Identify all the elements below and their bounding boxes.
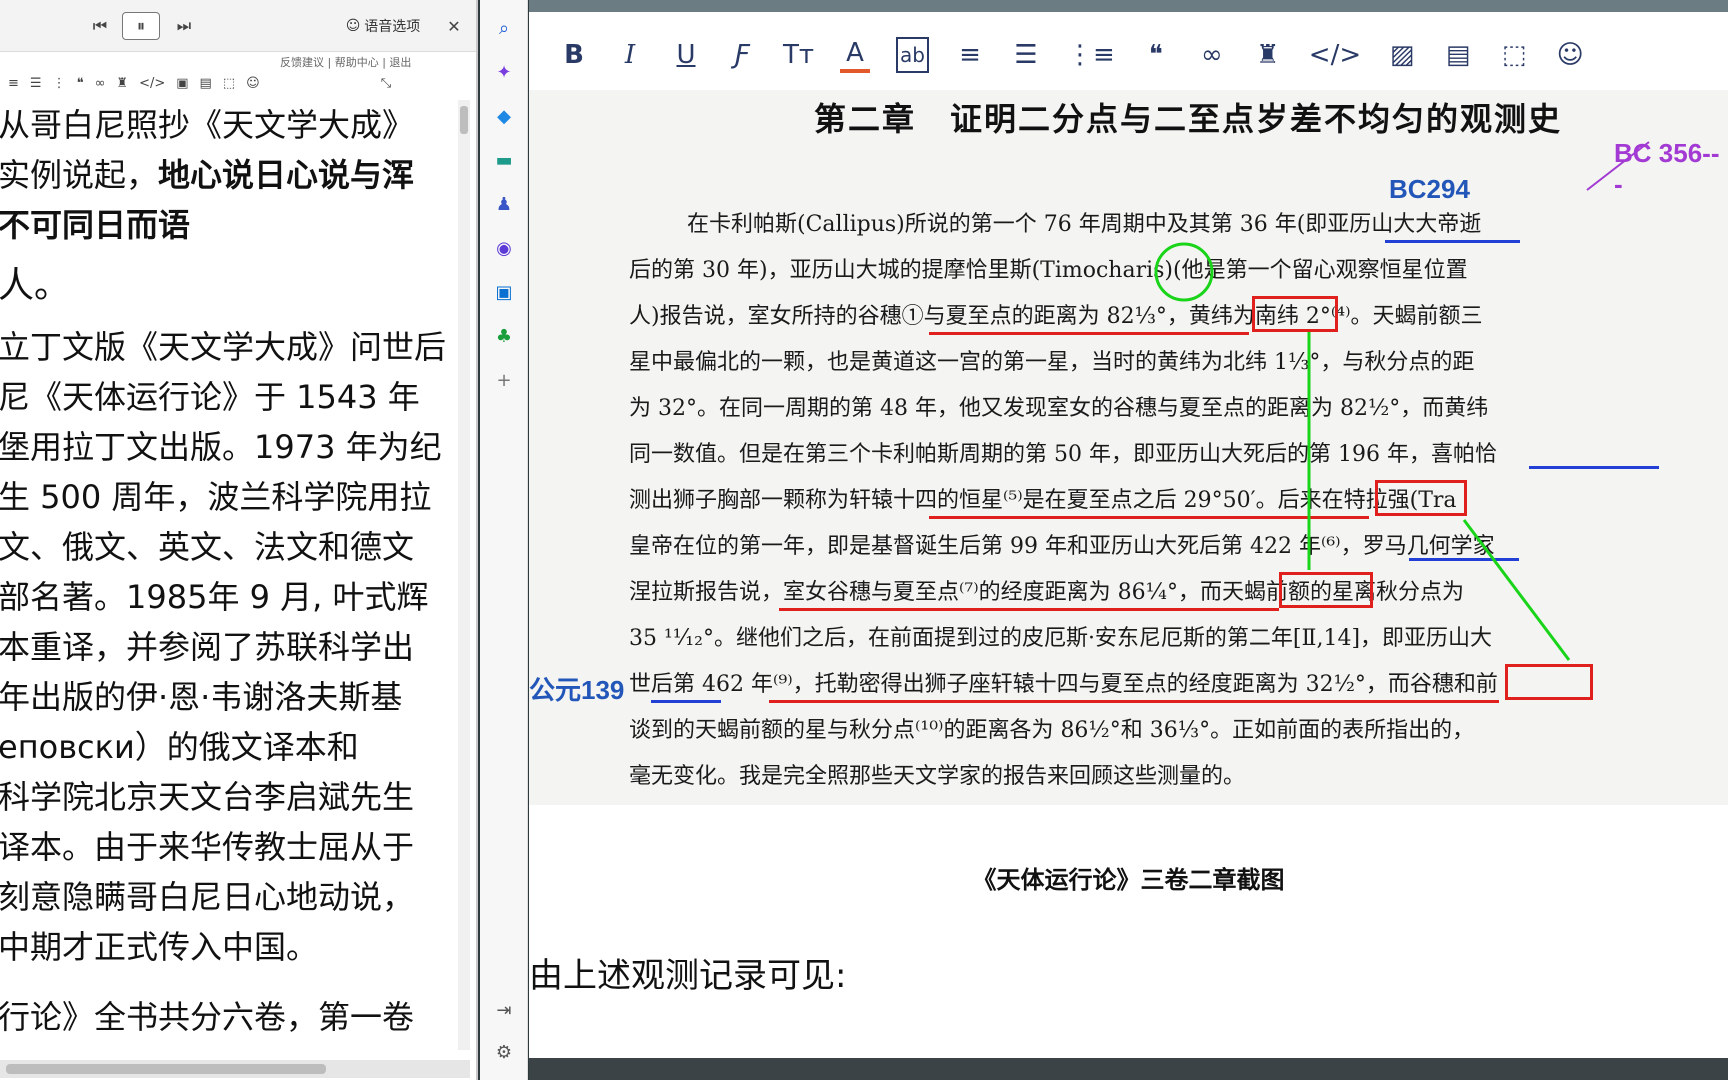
code-icon[interactable]: </> xyxy=(1309,37,1361,73)
text-line: еповски）的俄文译本和 xyxy=(0,728,359,766)
sparkle-icon[interactable]: ✦ xyxy=(492,60,516,84)
editor-toolbar: B I U Ƒ Tт A ab ≡ ☰ ⋮≡ ❝ ∞ ♜ </> ▨ ▤ ⬚ ☺ xyxy=(529,22,1728,88)
add-icon[interactable]: + xyxy=(492,368,516,392)
text-line: 不可同日而语 xyxy=(0,206,191,244)
emoji-icon[interactable]: ☺ xyxy=(246,76,260,91)
panel-toggle-icon[interactable]: ⇥ xyxy=(492,998,516,1022)
green-circle-annotation xyxy=(1154,242,1214,302)
numbered-list-icon[interactable]: ⋮≡ xyxy=(1067,37,1115,73)
clear-format-icon[interactable]: Ƒ xyxy=(727,37,757,73)
reader-text: 从哥白尼照抄《天文学大成》 实例说起，地心说日心说与浑 不可同日而语 人。 立丁… xyxy=(0,100,458,1070)
text-line: 年出版的伊·恩·韦谢洛夫斯基 xyxy=(0,678,403,716)
gear-icon[interactable]: ⚙ xyxy=(492,1040,516,1064)
skip-forward-icon[interactable]: ⏭ xyxy=(172,12,196,40)
brush-icon[interactable]: ♜ xyxy=(116,76,128,91)
text-line: 行论》全书共分六卷，第一卷 xyxy=(0,998,415,1036)
body-paragraph: 由上述观测记录可见: xyxy=(529,956,847,996)
quote-icon[interactable]: ❝ xyxy=(1141,37,1171,73)
format-painter-icon[interactable]: ♜ xyxy=(1253,37,1283,73)
font-color-icon[interactable]: A xyxy=(840,37,871,73)
reader-panel: ⏮ ⏸ ⏭ ☺ 语音选项 ✕ 反馈建议 | 帮助中心 | 退出 ≡ ☰ ⋮ ❝ … xyxy=(0,0,478,1080)
emoji-icon[interactable]: ☺ xyxy=(1555,37,1585,73)
text-line: 科学院北京天文台李启斌先生 xyxy=(0,778,415,816)
book-scan-image: 第二章 证明二分点与二至点岁差不均匀的观测史 BC 356--- BC294 公… xyxy=(529,90,1728,805)
quote-icon[interactable]: ❝ xyxy=(77,76,84,91)
bullet-list-icon[interactable]: ☰ xyxy=(1011,37,1041,73)
text-line: 从哥白尼照抄《天文学大成》 xyxy=(0,106,415,144)
voice-options-label: 语音选项 xyxy=(364,19,421,35)
image-icon[interactable]: ▨ xyxy=(1387,37,1417,73)
italic-icon[interactable]: I xyxy=(615,37,645,73)
people-icon[interactable]: ♟ xyxy=(492,192,516,216)
bold-icon[interactable]: B xyxy=(559,37,589,73)
text-line: 刻意隐瞒哥白尼日心地动说， xyxy=(0,878,415,916)
toolbox-icon[interactable]: ▬ xyxy=(492,148,516,172)
select-area-icon[interactable]: ⬚ xyxy=(1499,37,1529,73)
text-line: 堡用拉丁文出版。1973 年为纪 xyxy=(0,428,442,466)
voice-options-button[interactable]: ☺ 语音选项 xyxy=(338,12,428,40)
horizontal-scrollbar-thumb[interactable] xyxy=(6,1064,326,1074)
close-icon[interactable]: ✕ xyxy=(444,12,464,40)
text-line: 实例说起，地心说日心说与浑 xyxy=(0,156,415,194)
tag-icon[interactable]: ◆ xyxy=(492,104,516,128)
text-line: 中期才正式传入中国。 xyxy=(0,928,319,966)
outlook-icon[interactable]: ▣ xyxy=(492,280,516,304)
image-icon[interactable]: ▣ xyxy=(176,76,188,91)
voice-icon: ☺ xyxy=(345,18,361,34)
numbered-list-icon[interactable]: ⋮ xyxy=(53,76,66,91)
tts-control-bar: ⏮ ⏸ ⏭ ☺ 语音选项 ✕ xyxy=(0,0,476,52)
text-line: 立丁文版《天文学大成》问世后 xyxy=(0,328,447,366)
side-icon-rail: ⌕ ✦ ◆ ▬ ♟ ◉ ▣ ♣ + ⇥ ⚙ xyxy=(480,0,528,1080)
document-icon[interactable]: ▤ xyxy=(200,76,212,91)
text-line: 文、俄文、英文、法文和德文 xyxy=(0,528,415,566)
link-icon[interactable]: ∞ xyxy=(1197,37,1227,73)
highlight-icon[interactable]: ab xyxy=(896,37,929,73)
align-icon[interactable]: ≡ xyxy=(8,76,19,91)
select-icon[interactable]: ⬚ xyxy=(223,76,235,91)
purple-arrow-line xyxy=(1586,141,1650,191)
image-caption: 《天体运行论》三卷二章截图 xyxy=(972,866,1285,894)
skip-back-icon[interactable]: ⏮ xyxy=(88,12,112,40)
pause-icon[interactable]: ⏸ xyxy=(122,12,160,40)
tree-icon[interactable]: ♣ xyxy=(492,324,516,348)
collapse-icon[interactable]: ⤡ xyxy=(381,76,391,91)
text-line: 人。 xyxy=(0,265,71,306)
link-icon[interactable]: ∞ xyxy=(95,76,106,91)
panel-links[interactable]: 反馈建议 | 帮助中心 | 退出 xyxy=(280,54,411,70)
scrollbar-thumb[interactable] xyxy=(460,106,468,134)
vertical-scrollbar[interactable] xyxy=(458,100,470,1050)
code-icon[interactable]: </> xyxy=(139,76,165,91)
text-line: 本重译，并参阅了苏联科学出 xyxy=(0,628,415,666)
font-size-icon[interactable]: Tт xyxy=(783,37,814,73)
green-connector-line xyxy=(1462,519,1571,661)
annotation-overlay xyxy=(1154,141,1650,661)
left-editor-toolbar: ≡ ☰ ⋮ ❝ ∞ ♜ </> ▣ ▤ ⬚ ☺ ⤡ xyxy=(0,70,470,96)
text-line: 部名著。1985年 9 月, 叶式辉 xyxy=(0,578,429,616)
text-line: 生 500 周年，波兰科学院用拉 xyxy=(0,478,432,516)
underline-icon[interactable]: U xyxy=(671,37,701,73)
search-icon[interactable]: ⌕ xyxy=(492,16,516,40)
window-top-strip xyxy=(529,0,1728,12)
align-icon[interactable]: ≡ xyxy=(955,37,985,73)
text-line: 尼《天体运行论》于 1543 年 xyxy=(0,378,420,416)
circle-app-icon[interactable]: ◉ xyxy=(492,236,516,260)
bullet-list-icon[interactable]: ☰ xyxy=(30,76,42,91)
document-icon[interactable]: ▤ xyxy=(1443,37,1473,73)
taskbar-strip xyxy=(529,1058,1728,1080)
text-line: 译本。由于来华传教士屈从于 xyxy=(0,828,415,866)
